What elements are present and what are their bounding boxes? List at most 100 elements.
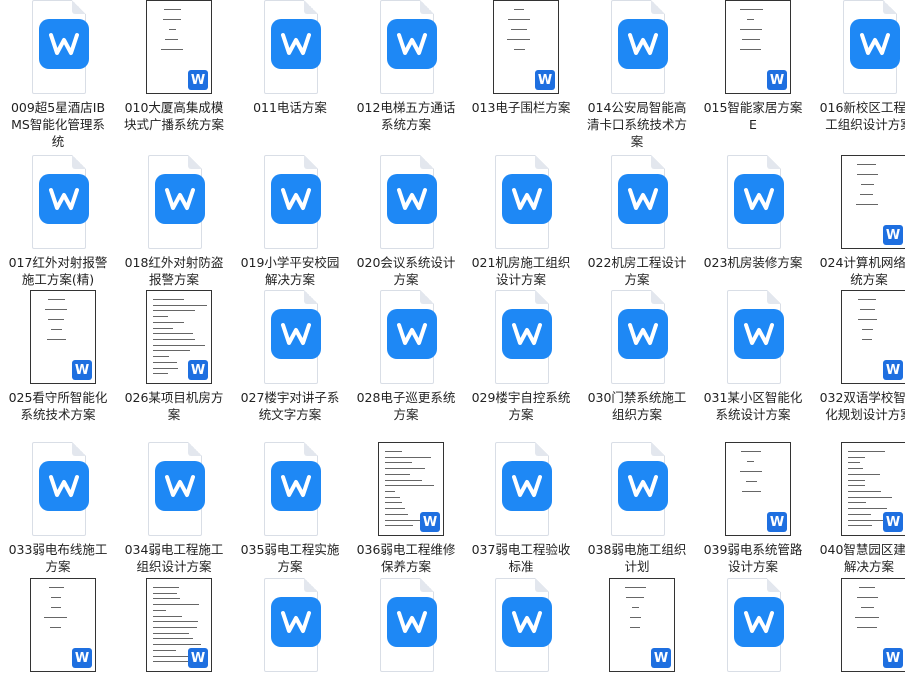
file-item[interactable]: 012电梯五方通话系统方案 (348, 0, 464, 133)
file-thumbnail (232, 290, 348, 386)
page-icon (727, 290, 784, 384)
file-item[interactable]: 033弱电布线施工方案 (0, 442, 116, 575)
file-item[interactable]: 029楼宇自控系统方案 (463, 290, 579, 423)
file-item[interactable]: 011电话方案 (232, 0, 348, 116)
file-thumbnail: W (116, 0, 232, 96)
file-item[interactable]: 038弱电施工组织计划 (579, 442, 695, 575)
file-item[interactable]: W 039弱电系统管路设计方案 (695, 442, 811, 575)
file-thumbnail (463, 578, 579, 674)
word-icon (39, 174, 89, 224)
file-thumbnail (811, 0, 905, 96)
page-icon (727, 578, 784, 672)
page-icon (148, 442, 205, 536)
page-icon (380, 578, 437, 672)
file-item[interactable]: 009超5星酒店IBMS智能化管理系统 (0, 0, 116, 150)
file-name: 036弱电工程维修保养方案 (356, 542, 456, 574)
file-name: 021机房施工组织设计方案 (471, 255, 571, 287)
file-thumbnail: W (116, 578, 232, 674)
file-item[interactable] (348, 578, 464, 677)
file-thumbnail (116, 155, 232, 251)
file-item[interactable]: W 040智慧园区建设解决方案 (811, 442, 905, 575)
file-item[interactable]: W (579, 578, 695, 677)
word-icon (271, 174, 321, 224)
file-name: 039弱电系统管路设计方案 (703, 542, 803, 574)
word-icon (850, 19, 900, 69)
file-item[interactable]: W 036弱电工程维修保养方案 (348, 442, 464, 575)
file-item[interactable]: W (0, 578, 116, 677)
file-name: 024计算机网络系统方案 (819, 255, 905, 287)
file-name: 027楼宇对讲子系统文字方案 (240, 390, 340, 422)
file-item[interactable]: W 015智能家居方案E (695, 0, 811, 133)
file-name: 018红外对射防盗报警方案 (124, 255, 224, 287)
file-item[interactable]: 023机房装修方案 (695, 155, 811, 271)
page-icon (148, 155, 205, 249)
file-item[interactable]: 014公安局智能高清卡口系统技术方案 (579, 0, 695, 150)
file-thumbnail (0, 155, 116, 251)
file-thumbnail (348, 290, 464, 386)
file-item[interactable]: W 013电子围栏方案 (463, 0, 579, 116)
page-icon (611, 442, 668, 536)
file-name: 022机房工程设计方案 (587, 255, 687, 287)
file-name: 029楼宇自控系统方案 (471, 390, 571, 422)
file-item[interactable]: 017红外对射报警施工方案(精) (0, 155, 116, 288)
word-icon (502, 309, 552, 359)
word-badge-icon: W (72, 648, 92, 668)
file-item[interactable] (695, 578, 811, 677)
word-badge-icon: W (883, 225, 903, 245)
word-badge-icon: W (651, 648, 671, 668)
word-badge-icon: W (767, 512, 787, 532)
file-item[interactable]: W 025看守所智能化系统技术方案 (0, 290, 116, 423)
file-item[interactable]: 028电子巡更系统方案 (348, 290, 464, 423)
word-icon (387, 309, 437, 359)
page-icon (495, 155, 552, 249)
file-item[interactable]: 019小学平安校园解决方案 (232, 155, 348, 288)
file-item[interactable]: 037弱电工程验收标准 (463, 442, 579, 575)
file-name: 040智慧园区建设解决方案 (819, 542, 905, 574)
file-thumbnail (232, 155, 348, 251)
file-item[interactable]: W 024计算机网络系统方案 (811, 155, 905, 288)
file-name: 017红外对射报警施工方案(精) (8, 255, 108, 287)
file-thumbnail (348, 0, 464, 96)
page-icon (32, 0, 89, 94)
word-icon (271, 309, 321, 359)
word-icon (387, 597, 437, 647)
file-name: 023机房装修方案 (703, 255, 803, 270)
file-item[interactable]: 030门禁系统施工组织方案 (579, 290, 695, 423)
word-badge-icon: W (883, 648, 903, 668)
file-item[interactable]: 027楼宇对讲子系统文字方案 (232, 290, 348, 423)
word-badge-icon: W (883, 512, 903, 532)
file-item[interactable]: W 032双语学校智能化规划设计方案 (811, 290, 905, 423)
word-icon (271, 597, 321, 647)
word-icon (271, 461, 321, 511)
file-item[interactable] (232, 578, 348, 677)
file-item[interactable]: 035弱电工程实施方案 (232, 442, 348, 575)
file-thumbnail: W (811, 155, 905, 251)
file-item[interactable]: W 010大厦高集成模块式广播系统方案 (116, 0, 232, 133)
file-thumbnail: W (0, 578, 116, 674)
file-item[interactable]: W 026某项目机房方案 (116, 290, 232, 423)
file-item[interactable]: 022机房工程设计方案 (579, 155, 695, 288)
file-thumbnail (116, 442, 232, 538)
file-thumbnail: W (695, 442, 811, 538)
word-badge-icon: W (188, 70, 208, 90)
file-thumbnail: W (695, 0, 811, 96)
file-name: 013电子围栏方案 (471, 100, 571, 115)
file-item[interactable]: 020会议系统设计方案 (348, 155, 464, 288)
file-item[interactable]: 021机房施工组织设计方案 (463, 155, 579, 288)
file-item[interactable]: 016新校区工程施工组织设计方案 (811, 0, 905, 133)
page-icon (264, 0, 321, 94)
page-icon (611, 290, 668, 384)
file-item[interactable]: 018红外对射防盗报警方案 (116, 155, 232, 288)
file-item[interactable] (463, 578, 579, 677)
word-badge-icon: W (72, 360, 92, 380)
file-item[interactable]: W (811, 578, 905, 677)
file-name: 025看守所智能化系统技术方案 (8, 390, 108, 422)
file-item[interactable]: 034弱电工程施工组织设计方案 (116, 442, 232, 575)
word-icon (39, 19, 89, 69)
file-thumbnail: W (0, 290, 116, 386)
word-icon (387, 174, 437, 224)
page-icon (843, 0, 900, 94)
file-item[interactable]: W (116, 578, 232, 677)
page-icon (611, 155, 668, 249)
file-item[interactable]: 031某小区智能化系统设计方案 (695, 290, 811, 423)
